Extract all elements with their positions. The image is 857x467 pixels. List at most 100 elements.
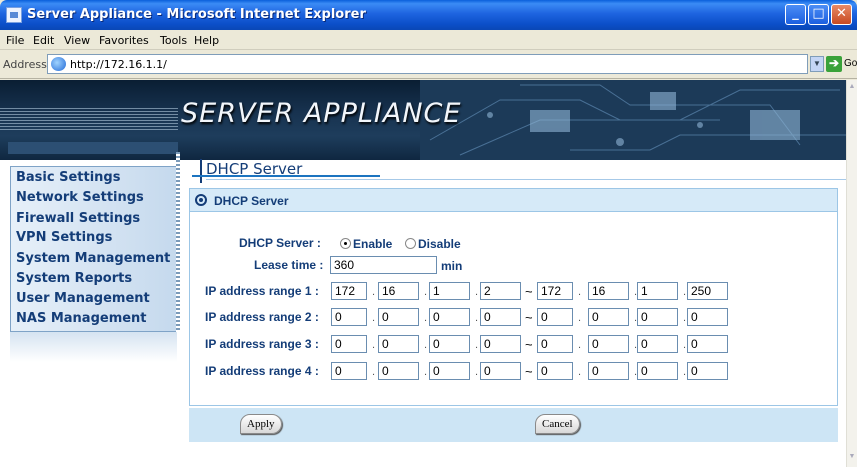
- octet-separator: .: [475, 339, 479, 351]
- scroll-down-icon[interactable]: ▼: [847, 452, 857, 462]
- page-title-underline: [192, 175, 380, 177]
- octet-separator: .: [475, 286, 479, 298]
- ip-range-end-octet-input[interactable]: 0: [687, 335, 728, 353]
- ip-range-end-octet-input[interactable]: 0: [637, 335, 678, 353]
- cancel-button[interactable]: Cancel: [535, 414, 580, 434]
- ip-range-start-octet-input[interactable]: 0: [480, 308, 521, 326]
- menu-file[interactable]: File: [6, 34, 24, 47]
- ip-range-start-octet-input[interactable]: 0: [480, 362, 521, 380]
- ip-range-end-octet-input[interactable]: 0: [537, 308, 573, 326]
- ip-range-start-octet-input[interactable]: 2: [480, 282, 521, 300]
- lease-time-input[interactable]: 360: [330, 256, 437, 274]
- address-input[interactable]: http://172.16.1.1/: [47, 54, 808, 74]
- nav-header-strip: [8, 142, 178, 154]
- nav-network-settings[interactable]: Network Settings: [16, 190, 144, 205]
- nav-basic-settings[interactable]: Basic Settings: [16, 170, 120, 185]
- ip-range-start-octet-input[interactable]: 0: [378, 335, 419, 353]
- address-dropdown-icon[interactable]: ▼: [810, 56, 824, 72]
- nav-system-management[interactable]: System Management: [16, 251, 170, 266]
- octet-separator: .: [424, 312, 428, 324]
- apply-button[interactable]: Apply: [240, 414, 282, 434]
- disable-radio[interactable]: [405, 238, 416, 249]
- nav-nas-management[interactable]: NAS Management: [16, 311, 147, 326]
- page-globe-icon: [51, 57, 66, 71]
- page-title-marker: [200, 159, 202, 183]
- banner-title: SERVER APPLIANCE: [181, 98, 462, 129]
- menu-edit[interactable]: Edit: [33, 34, 54, 47]
- octet-separator: .: [683, 339, 687, 351]
- minimize-button[interactable]: _: [785, 4, 806, 25]
- menu-tools[interactable]: Tools: [160, 34, 187, 47]
- ip-range-end-octet-input[interactable]: 0: [588, 308, 629, 326]
- ip-range-end-octet-input[interactable]: 0: [588, 362, 629, 380]
- ip-range-start-octet-input[interactable]: 0: [331, 362, 367, 380]
- panel-title: DHCP Server: [214, 194, 289, 208]
- scroll-up-icon[interactable]: ▲: [847, 82, 857, 92]
- enable-radio[interactable]: [340, 238, 351, 249]
- page-viewport: SERVER APPLIANCE Basic Settings Network …: [0, 80, 846, 467]
- ip-range-start-octet-input[interactable]: 0: [429, 362, 470, 380]
- nav-firewall-settings[interactable]: Firewall Settings: [16, 211, 140, 226]
- go-arrow-icon[interactable]: ➔: [826, 56, 842, 72]
- ip-range-start-octet-input[interactable]: 0: [378, 308, 419, 326]
- ip-range-start-octet-input[interactable]: 0: [480, 335, 521, 353]
- ip-range-end-octet-input[interactable]: 0: [537, 362, 573, 380]
- panel-header: DHCP Server: [189, 188, 838, 212]
- go-button[interactable]: Go: [844, 58, 857, 69]
- ip-range-end-octet-input[interactable]: 250: [687, 282, 728, 300]
- octet-separator: .: [372, 312, 376, 324]
- ip-range-end-octet-input[interactable]: 0: [637, 362, 678, 380]
- panel-bullet-icon: [195, 194, 207, 206]
- ip-range-end-octet-input[interactable]: 0: [687, 308, 728, 326]
- range-separator: ~: [525, 284, 533, 299]
- nav-user-management[interactable]: User Management: [16, 291, 150, 306]
- ip-range-start-octet-input[interactable]: 0: [429, 308, 470, 326]
- window-title: Server Appliance - Microsoft Internet Ex…: [27, 7, 366, 22]
- menu-view[interactable]: View: [64, 34, 90, 47]
- octet-separator: .: [372, 366, 376, 378]
- form-footer: Apply Cancel: [189, 408, 838, 442]
- octet-separator: .: [424, 286, 428, 298]
- lease-time-unit: min: [441, 259, 463, 273]
- nav-system-reports[interactable]: System Reports: [16, 271, 132, 286]
- ip-range-end-octet-input[interactable]: 0: [588, 335, 629, 353]
- ip-range-start-octet-input[interactable]: 172: [331, 282, 367, 300]
- ip-range-end-octet-input[interactable]: 172: [537, 282, 573, 300]
- ip-range-end-octet-input[interactable]: 0: [537, 335, 573, 353]
- nav-vpn-settings[interactable]: VPN Settings: [16, 230, 112, 245]
- range-separator: ~: [525, 364, 533, 379]
- address-label: Address: [3, 58, 47, 71]
- ip-range-start-octet-input[interactable]: 1: [429, 282, 470, 300]
- octet-separator: .: [475, 312, 479, 324]
- octet-separator: .: [578, 312, 582, 324]
- octet-separator: .: [683, 366, 687, 378]
- octet-separator: .: [578, 286, 582, 298]
- octet-separator: .: [578, 366, 582, 378]
- close-button[interactable]: ✕: [831, 4, 852, 25]
- vertical-scrollbar[interactable]: ▲ ▼: [846, 80, 857, 467]
- enable-radio-label[interactable]: Enable: [353, 237, 392, 251]
- dhcp-server-label: DHCP Server :: [239, 236, 321, 250]
- menu-help[interactable]: Help: [194, 34, 219, 47]
- ip-range-end-octet-input[interactable]: 1: [637, 282, 678, 300]
- nav-divider: [176, 152, 180, 332]
- left-navigation: Basic Settings Network Settings Firewall…: [10, 166, 177, 332]
- ip-range-start-octet-input[interactable]: 16: [378, 282, 419, 300]
- ip-range-start-octet-input[interactable]: 0: [378, 362, 419, 380]
- octet-separator: .: [578, 339, 582, 351]
- range-separator: ~: [525, 337, 533, 352]
- ip-range-start-octet-input[interactable]: 0: [331, 335, 367, 353]
- page-title-rule: [206, 179, 846, 180]
- ip-range-start-octet-input[interactable]: 0: [331, 308, 367, 326]
- ip-range-end-octet-input[interactable]: 16: [588, 282, 629, 300]
- maximize-button[interactable]: □: [808, 4, 829, 25]
- octet-separator: .: [683, 312, 687, 324]
- disable-radio-label[interactable]: Disable: [418, 237, 461, 251]
- octet-separator: .: [683, 286, 687, 298]
- menu-favorites[interactable]: Favorites: [99, 34, 149, 47]
- ip-range-label: IP address range 4 :: [205, 364, 319, 378]
- ip-range-start-octet-input[interactable]: 0: [429, 335, 470, 353]
- ip-range-end-octet-input[interactable]: 0: [637, 308, 678, 326]
- ie-window-icon[interactable]: [6, 7, 22, 23]
- ip-range-end-octet-input[interactable]: 0: [687, 362, 728, 380]
